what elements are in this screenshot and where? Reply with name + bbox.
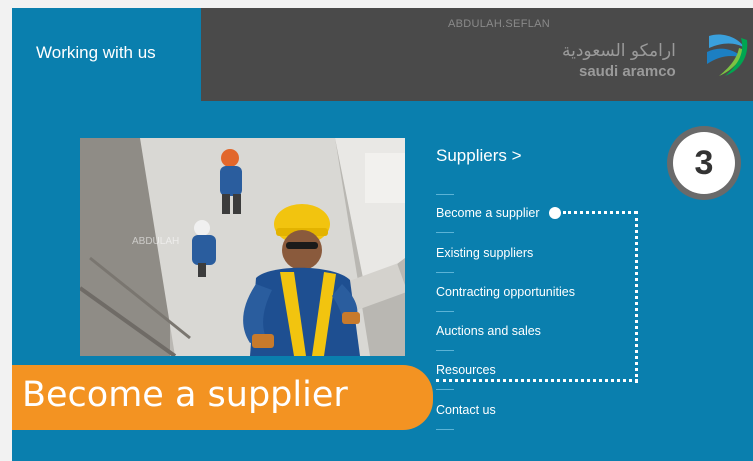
logo-arabic-text: ارامكو السعودية [562,41,676,61]
menu-item-existing-suppliers[interactable]: Existing suppliers [436,246,533,260]
menu-divider [436,389,454,390]
menu-divider [436,311,454,312]
menu-item-auctions-and-sales[interactable]: Auctions and sales [436,324,541,338]
suppliers-menu-heading[interactable]: Suppliers > [436,146,522,166]
logo-english-text: saudi aramco [579,63,676,80]
menu-divider [436,350,454,351]
photo-watermark-text: ABDULAH [132,236,180,247]
highlight-dotted-line-top [563,211,637,214]
worker-photo: ABDULAH [80,138,405,356]
highlight-dot-marker [549,207,561,219]
menu-item-become-supplier[interactable]: Become a supplier [436,206,540,220]
screenshot-frame: Working with us ABDULAH.SEFLAN ارامكو ال… [0,0,753,461]
construction-photo-image [80,138,405,356]
menu-divider [436,232,454,233]
menu-item-resources[interactable]: Resources [436,363,496,377]
menu-item-contracting-opportunities[interactable]: Contracting opportunities [436,285,575,299]
highlight-dotted-line-right [635,211,638,383]
menu-divider [436,194,454,195]
page-title[interactable]: Working with us [36,43,156,63]
header-left: Working with us [12,8,201,101]
caption-text: Become a supplier [22,375,348,415]
menu-item-contact-us[interactable]: Contact us [436,403,496,417]
aramco-logo-icon[interactable] [705,30,749,78]
menu-divider [436,272,454,273]
step-number-badge: 3 [673,132,735,194]
highlight-dotted-line-bottom [436,379,638,382]
content-panel: Working with us ABDULAH.SEFLAN ارامكو ال… [12,8,753,461]
watermark-text: ABDULAH.SEFLAN [448,18,551,30]
menu-divider [436,429,454,430]
caption-banner: Become a supplier [12,365,433,430]
